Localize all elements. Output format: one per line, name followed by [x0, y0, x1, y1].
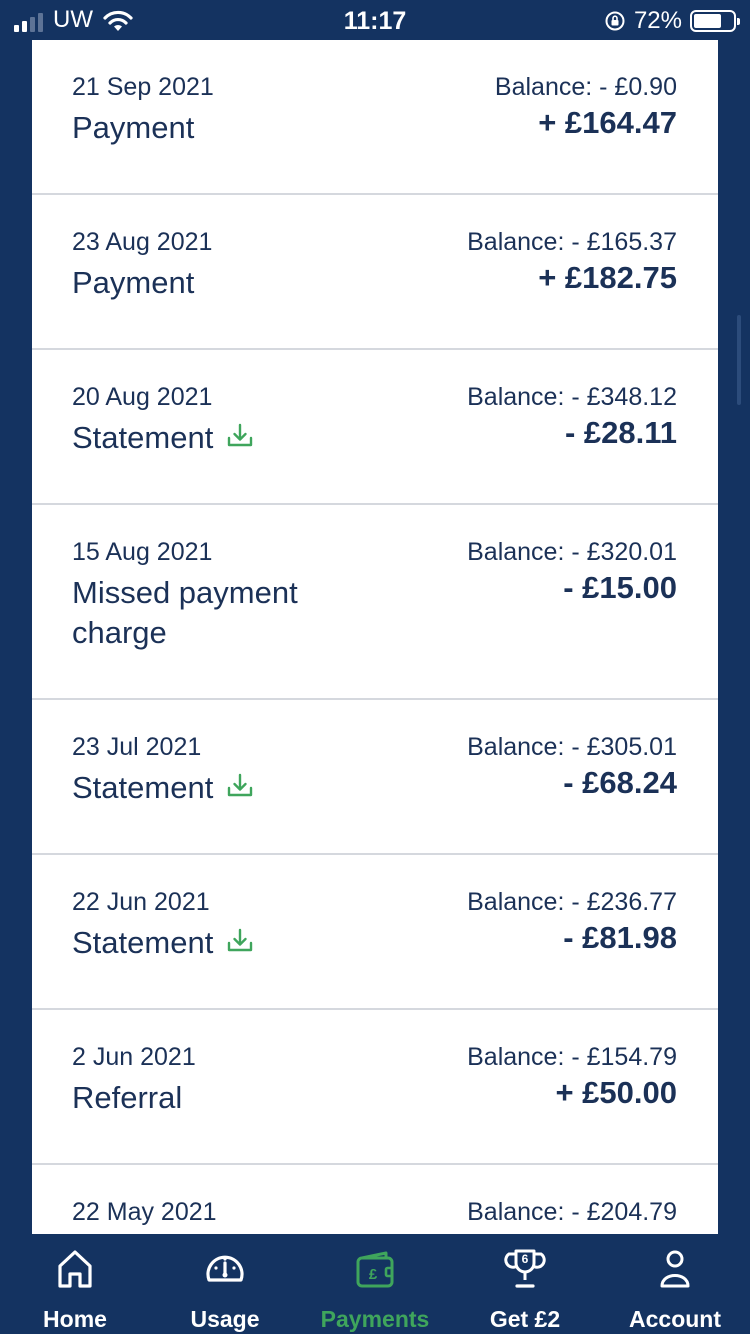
status-right: 72%: [604, 7, 740, 35]
transaction-date: 22 Jun 2021: [72, 888, 210, 916]
transaction-row[interactable]: 23 Aug 2021 Payment Balance: - £165.37 + £1…: [32, 195, 718, 350]
svg-text:£: £: [369, 1266, 378, 1283]
transaction-title: Missed payment charge: [72, 573, 372, 653]
transaction-row[interactable]: 15 Aug 2021 Missed payment charge Balance:…: [32, 505, 718, 700]
transaction-date: 23 Aug 2021: [72, 228, 213, 256]
scrollbar[interactable]: [737, 315, 741, 405]
transaction-title-text: Statement: [72, 420, 214, 455]
tab-usage-label: Usage: [190, 1306, 260, 1332]
transaction-list[interactable]: 21 Sep 2021 Payment Balance: - £0.90 + £164…: [32, 40, 718, 1234]
transaction-date: 23 Jul 2021: [72, 733, 202, 761]
transaction-title: Referral: [72, 1078, 372, 1118]
transaction-amount: + £50.00: [555, 1075, 677, 1110]
transaction-title: Statement: [72, 923, 372, 963]
tab-get-2-label: Get £2: [489, 1306, 561, 1332]
transaction-amount: - £68.24: [563, 765, 677, 800]
transaction-balance: Balance: - £320.01: [467, 538, 677, 566]
transaction-balance: Balance: - £204.79: [467, 1198, 677, 1226]
transaction-row[interactable]: 22 Jun 2021 Statement Balance: - £236.77 - …: [32, 855, 718, 1010]
transaction-row[interactable]: 23 Jul 2021 Statement Balance: - £305.01 - …: [32, 700, 718, 855]
download-icon[interactable]: [225, 420, 255, 450]
download-icon[interactable]: [225, 770, 255, 800]
transaction-balance: Balance: - £0.90: [494, 73, 677, 101]
transaction-balance: Balance: - £154.79: [467, 1043, 677, 1071]
svg-text:6: 6: [522, 1252, 529, 1266]
transaction-amount: - £28.11: [564, 415, 677, 450]
transaction-title-text: Payment: [72, 265, 195, 300]
person-icon: [660, 1250, 690, 1288]
transaction-amount: + £182.75: [538, 260, 677, 295]
transaction-amount: - £15.00: [563, 570, 677, 605]
transaction-balance: Balance: - £165.37: [467, 228, 677, 256]
transaction-title: Statement: [72, 768, 372, 808]
home-icon: [58, 1250, 92, 1288]
transaction-title: Payment: [72, 108, 372, 148]
tab-payments[interactable]: £ Payments: [300, 1234, 450, 1334]
download-icon[interactable]: [225, 925, 255, 955]
gauge-icon: [206, 1255, 244, 1282]
transaction-date: 2 Jun 2021: [72, 1043, 196, 1071]
transaction-title-text: Statement: [72, 925, 214, 960]
tab-account-label: Account: [629, 1306, 721, 1332]
transaction-date: 15 Aug 2021: [72, 538, 213, 566]
transaction-title-text: Statement: [72, 770, 214, 805]
tab-account[interactable]: Account: [600, 1234, 750, 1334]
transaction-balance: Balance: - £305.01: [467, 733, 677, 761]
transaction-row[interactable]: 22 May 2021 Balance: - £204.79: [32, 1165, 718, 1234]
battery-percent: 72%: [633, 7, 682, 34]
tab-usage[interactable]: Usage: [150, 1234, 300, 1334]
tab-bar: Home Usage £ Payments 6 Get £2 Account: [0, 1234, 750, 1334]
transaction-title: Statement: [72, 418, 372, 458]
tab-get-2[interactable]: 6 Get £2: [450, 1234, 600, 1334]
transaction-row[interactable]: 21 Sep 2021 Payment Balance: - £0.90 + £164…: [32, 40, 718, 195]
transaction-title-text: Referral: [72, 1080, 183, 1115]
transaction-title-text: Missed payment charge: [72, 575, 298, 650]
transaction-title: Payment: [72, 263, 372, 303]
status-bar: UW 11:17 72%: [0, 0, 750, 40]
battery-icon: [690, 10, 740, 32]
transaction-title-text: Payment: [72, 110, 195, 145]
transaction-amount: + £164.47: [538, 105, 677, 140]
wallet-icon: £: [356, 1251, 394, 1288]
orientation-lock-icon: [605, 11, 625, 31]
tab-home-label: Home: [43, 1306, 107, 1332]
tab-payments-label: Payments: [320, 1306, 430, 1332]
tab-home[interactable]: Home: [0, 1234, 150, 1334]
trophy-icon: 6: [504, 1249, 546, 1288]
transaction-row[interactable]: 20 Aug 2021 Statement Balance: - £348.12 - …: [32, 350, 718, 505]
transaction-date: 21 Sep 2021: [72, 73, 214, 101]
transaction-date: 22 May 2021: [72, 1198, 217, 1226]
transaction-row[interactable]: 2 Jun 2021 Referral Balance: - £154.79 + £5…: [32, 1010, 718, 1165]
battery-fill: [694, 14, 722, 28]
transaction-amount: - £81.98: [563, 920, 677, 955]
transaction-date: 20 Aug 2021: [72, 383, 213, 411]
transaction-balance: Balance: - £348.12: [467, 383, 677, 411]
transaction-balance: Balance: - £236.77: [467, 888, 677, 916]
